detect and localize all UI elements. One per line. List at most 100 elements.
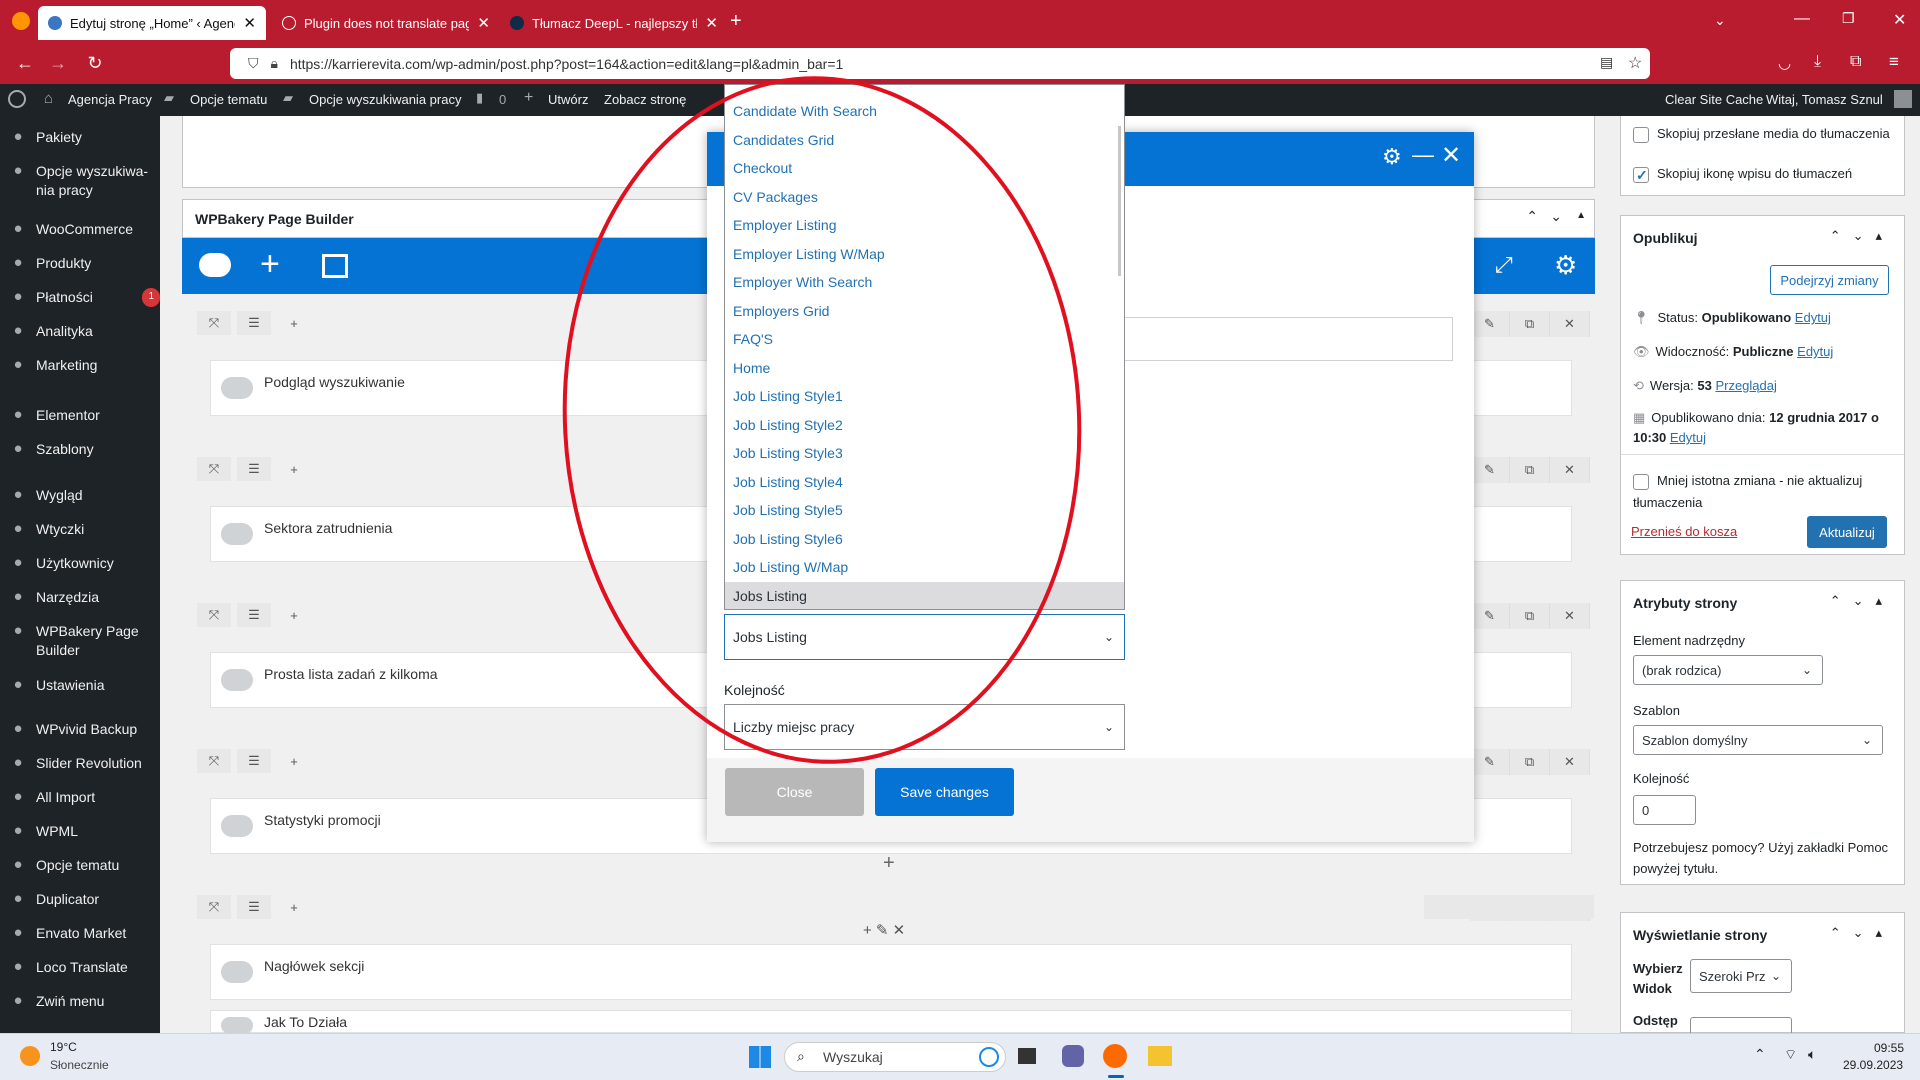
dropdown-option[interactable]: Job Listing Style3 [725,439,1124,467]
reader-mode-icon[interactable]: ▤ [1600,54,1613,71]
close-icon[interactable]: ✕ [697,14,718,32]
dropdown-option[interactable]: Employers Grid [725,297,1124,325]
save-changes-button[interactable]: Save changes [875,768,1014,816]
sidebar-item-9[interactable]: ● Wygląd [0,486,160,505]
parent-select[interactable]: (brak rodzica) ⌄ [1633,655,1823,685]
modal-text-input[interactable] [1122,317,1453,361]
width-select[interactable]: Szeroki Prz ⌄ [1690,959,1792,993]
update-button[interactable]: Aktualizuj [1807,516,1887,548]
sidebar-item-22[interactable]: ● Loco Translate [0,958,160,977]
builder-row[interactable]: Nagłówek sekcji [210,944,1572,1000]
close-icon[interactable]: ✕ [235,14,256,32]
close-button[interactable]: Close [725,768,864,816]
account-greeting[interactable]: Witaj, Tomasz Sznul [1766,92,1883,107]
dropdown-option[interactable]: FAQ'S [725,325,1124,353]
layout-template-icon[interactable] [322,254,348,278]
job-search-options-link[interactable]: Opcje wyszukiwania pracy [309,92,461,107]
template-select[interactable]: Szablon domyślny ⌄ [1633,725,1883,755]
sidebar-item-0[interactable]: ● Pakiety [0,128,160,147]
wordpress-logo-icon[interactable] [8,90,26,108]
drag-handle-icon[interactable]: ☰ [237,749,271,773]
copy-icon-checkbox[interactable] [1633,165,1649,185]
sidebar-item-7[interactable]: ● Elementor [0,406,160,425]
taskbar-search[interactable]: ⌕ Wyszukaj [784,1042,1006,1072]
published-edit-link[interactable]: Edytuj [1670,430,1706,445]
clock-date[interactable]: 29.09.2023 [1843,1058,1903,1072]
dropdown-option[interactable]: Job Listing Style2 [725,411,1124,439]
sidebar-item-18[interactable]: ● WPML [0,822,160,841]
add-column-icon[interactable]: + [277,457,311,481]
move-icon[interactable]: ⤧ [197,457,231,481]
move-icon[interactable]: ⤧ [197,895,231,919]
builder-row[interactable]: Jak To Działa [210,1010,1572,1034]
dropdown-option[interactable]: Job Listing Style5 [725,496,1124,524]
clear-cache-link[interactable]: Clear Site Cache [1665,92,1763,107]
sidebar-item-17[interactable]: ● All Import [0,788,160,807]
dropdown-option[interactable]: Job Listing Style1 [725,382,1124,410]
edit-pencil-icon[interactable]: ✎ [1470,749,1510,775]
add-column-icon[interactable]: + [277,603,311,627]
sidebar-item-13[interactable]: ● WPBakery Page Builder [0,622,160,660]
status-edit-link[interactable]: Edytuj [1795,310,1831,325]
sidebar-item-23[interactable]: ● Zwiń menu [0,992,160,1011]
panel-arrows-icon[interactable]: ⌃⌄▴ [1830,925,1894,941]
sidebar-item-2[interactable]: ● WooCommerce [0,220,160,239]
sidebar-item-15[interactable]: ● WPvivid Backup [0,720,160,739]
sidebar-item-3[interactable]: ● Produkty [0,254,160,273]
clone-icon[interactable]: ⧉ [1510,311,1550,337]
modal-close-icon[interactable]: ✕ [1441,141,1461,170]
edit-pencil-icon[interactable]: ✎ [1470,311,1510,337]
page-select-dropdown[interactable]: Candidate With Search Candidates Grid Chec… [724,84,1125,610]
site-name-link[interactable]: Agencja Pracy [68,92,152,107]
teams-icon[interactable] [1062,1045,1084,1067]
window-close-icon[interactable]: ✕ [1893,10,1906,30]
reload-icon[interactable]: ↻ [82,53,108,74]
firefox-menu-icon[interactable] [12,12,30,30]
move-icon[interactable]: ⤧ [197,311,231,335]
dropdown-scrollbar[interactable] [1118,126,1121,276]
dropdown-option[interactable]: Employer Listing W/Map [725,240,1124,268]
windows-start-icon[interactable] [749,1046,771,1068]
forward-arrow-icon[interactable]: → [45,53,71,74]
sidebar-item-11[interactable]: ● Użytkownicy [0,554,160,573]
dropdown-option[interactable]: Job Listing W/Map [725,553,1124,581]
add-column-icon[interactable]: + [277,311,311,335]
order-input[interactable]: 0 [1633,795,1696,825]
clone-icon[interactable]: ⧉ [1510,603,1550,629]
dropdown-option[interactable]: Employer With Search [725,268,1124,296]
restore-icon[interactable]: ❐ [1842,10,1855,27]
app-menu-icon[interactable]: ≡ [1889,52,1899,72]
drag-handle-icon[interactable]: ☰ [237,895,271,919]
add-column-icon[interactable]: + [277,749,311,773]
avatar[interactable] [1894,90,1912,108]
sidebar-item-1[interactable]: ● Opcje wyszukiwa-nia pracy [0,162,160,200]
edit-pencil-icon[interactable]: ✎ [1470,457,1510,483]
clone-icon[interactable]: ⧉ [1510,457,1550,483]
firefox-taskbar-icon[interactable] [1103,1044,1127,1068]
copy-media-checkbox[interactable] [1633,126,1649,143]
move-to-trash-link[interactable]: Przenieś do kosza [1631,524,1737,539]
delete-icon[interactable]: ✕ [1550,457,1590,483]
toggle-arrow-icon[interactable]: ▲ [1576,210,1586,221]
chevron-up-icon[interactable]: ⌃ [1526,208,1538,225]
download-icon[interactable]: ⤓ [1814,53,1821,71]
settings-gear-icon[interactable]: ⚙ [1554,250,1577,281]
wifi-icon[interactable]: ⌔ [1784,1046,1797,1064]
sidebar-item-5[interactable]: ● Analityka [0,322,160,341]
dropdown-option[interactable]: Jobs Listing [725,581,1124,609]
minor-change-checkbox[interactable] [1633,473,1649,490]
volume-icon[interactable]: 🔈︎ [1808,1046,1816,1063]
sidebar-item-6[interactable]: ● Marketing [0,356,160,375]
sidebar-item-16[interactable]: ● Slider Revolution [0,754,160,773]
tray-chevron-up-icon[interactable]: ⌃ [1754,1046,1766,1063]
add-column-icon[interactable]: + [277,895,311,919]
minor-change-option[interactable]: Mniej istotna zmiana - nie aktualizuj tł… [1633,470,1895,514]
browser-tab-deepl[interactable]: Tłumacz DeepL - najlepszy tłum ✕ [500,6,728,40]
chevron-down-icon[interactable]: ⌄ [1550,208,1562,225]
modal-minimize-icon[interactable]: — [1412,142,1434,168]
dropdown-option[interactable]: CV Packages [725,183,1124,211]
close-icon[interactable]: ✕ [469,14,490,32]
new-tab-icon[interactable]: + [730,10,742,33]
browser-tab-plugin[interactable]: Plugin does not translate pages ✕ [272,6,500,40]
weather-temp[interactable]: 19°C [50,1040,77,1054]
